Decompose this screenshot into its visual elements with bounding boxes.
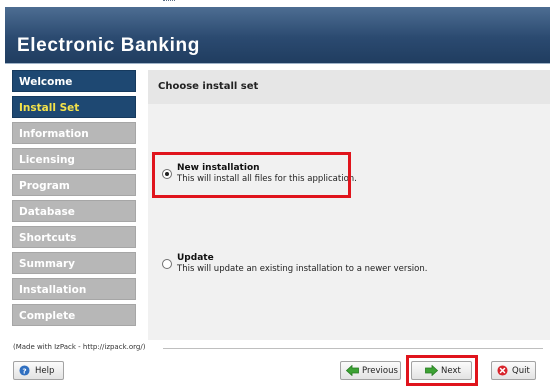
- help-button[interactable]: ? Help: [13, 361, 64, 380]
- green-arrow-left-icon: [346, 365, 359, 376]
- update-radio[interactable]: [162, 259, 172, 269]
- new-installation-highlight: [152, 152, 351, 198]
- banner-divider: [5, 63, 550, 64]
- svg-text:?: ?: [22, 366, 26, 375]
- sidebar-item-program[interactable]: Program: [12, 174, 136, 196]
- sidebar-item-shortcuts[interactable]: Shortcuts: [12, 226, 136, 248]
- sidebar-item-installation[interactable]: Installation: [12, 278, 136, 300]
- sidebar-item-install-set[interactable]: Install Set: [12, 96, 136, 118]
- page-title: Choose install set: [158, 81, 259, 92]
- content-panel: Choose install set New installation This…: [148, 70, 550, 340]
- help-label: Help: [35, 366, 55, 376]
- update-title: Update: [177, 253, 214, 263]
- sidebar-item-summary[interactable]: Summary: [12, 252, 136, 274]
- sidebar-item-licensing[interactable]: Licensing: [12, 148, 136, 170]
- update-description: This will update an existing installatio…: [177, 264, 428, 274]
- question-circle-icon: ?: [19, 365, 30, 376]
- app-title: Electronic Banking: [17, 35, 200, 56]
- quit-button[interactable]: Quit: [491, 361, 536, 380]
- previous-button[interactable]: Previous: [340, 361, 401, 380]
- step-sidebar: Welcome Install Set Information Licensin…: [12, 70, 136, 330]
- sidebar-item-information[interactable]: Information: [12, 122, 136, 144]
- next-button-highlight: [406, 355, 478, 386]
- content-header: Choose install set: [148, 70, 550, 104]
- sidebar-item-database[interactable]: Database: [12, 200, 136, 222]
- previous-label: Previous: [362, 366, 398, 376]
- installer-window: Electronic Banking Welcome Install Set I…: [0, 0, 550, 390]
- top-edge-artifact: [163, 0, 175, 5]
- footer-divider: [163, 348, 543, 349]
- red-x-circle-icon: [497, 365, 508, 376]
- sidebar-item-welcome[interactable]: Welcome: [12, 70, 136, 92]
- quit-label: Quit: [512, 366, 530, 376]
- sidebar-item-complete[interactable]: Complete: [12, 304, 136, 326]
- option-update[interactable]: Update This will update an existing inst…: [162, 253, 432, 279]
- footer-credit: (Made with IzPack - http://izpack.org/): [13, 343, 146, 351]
- title-banner: Electronic Banking: [5, 7, 550, 63]
